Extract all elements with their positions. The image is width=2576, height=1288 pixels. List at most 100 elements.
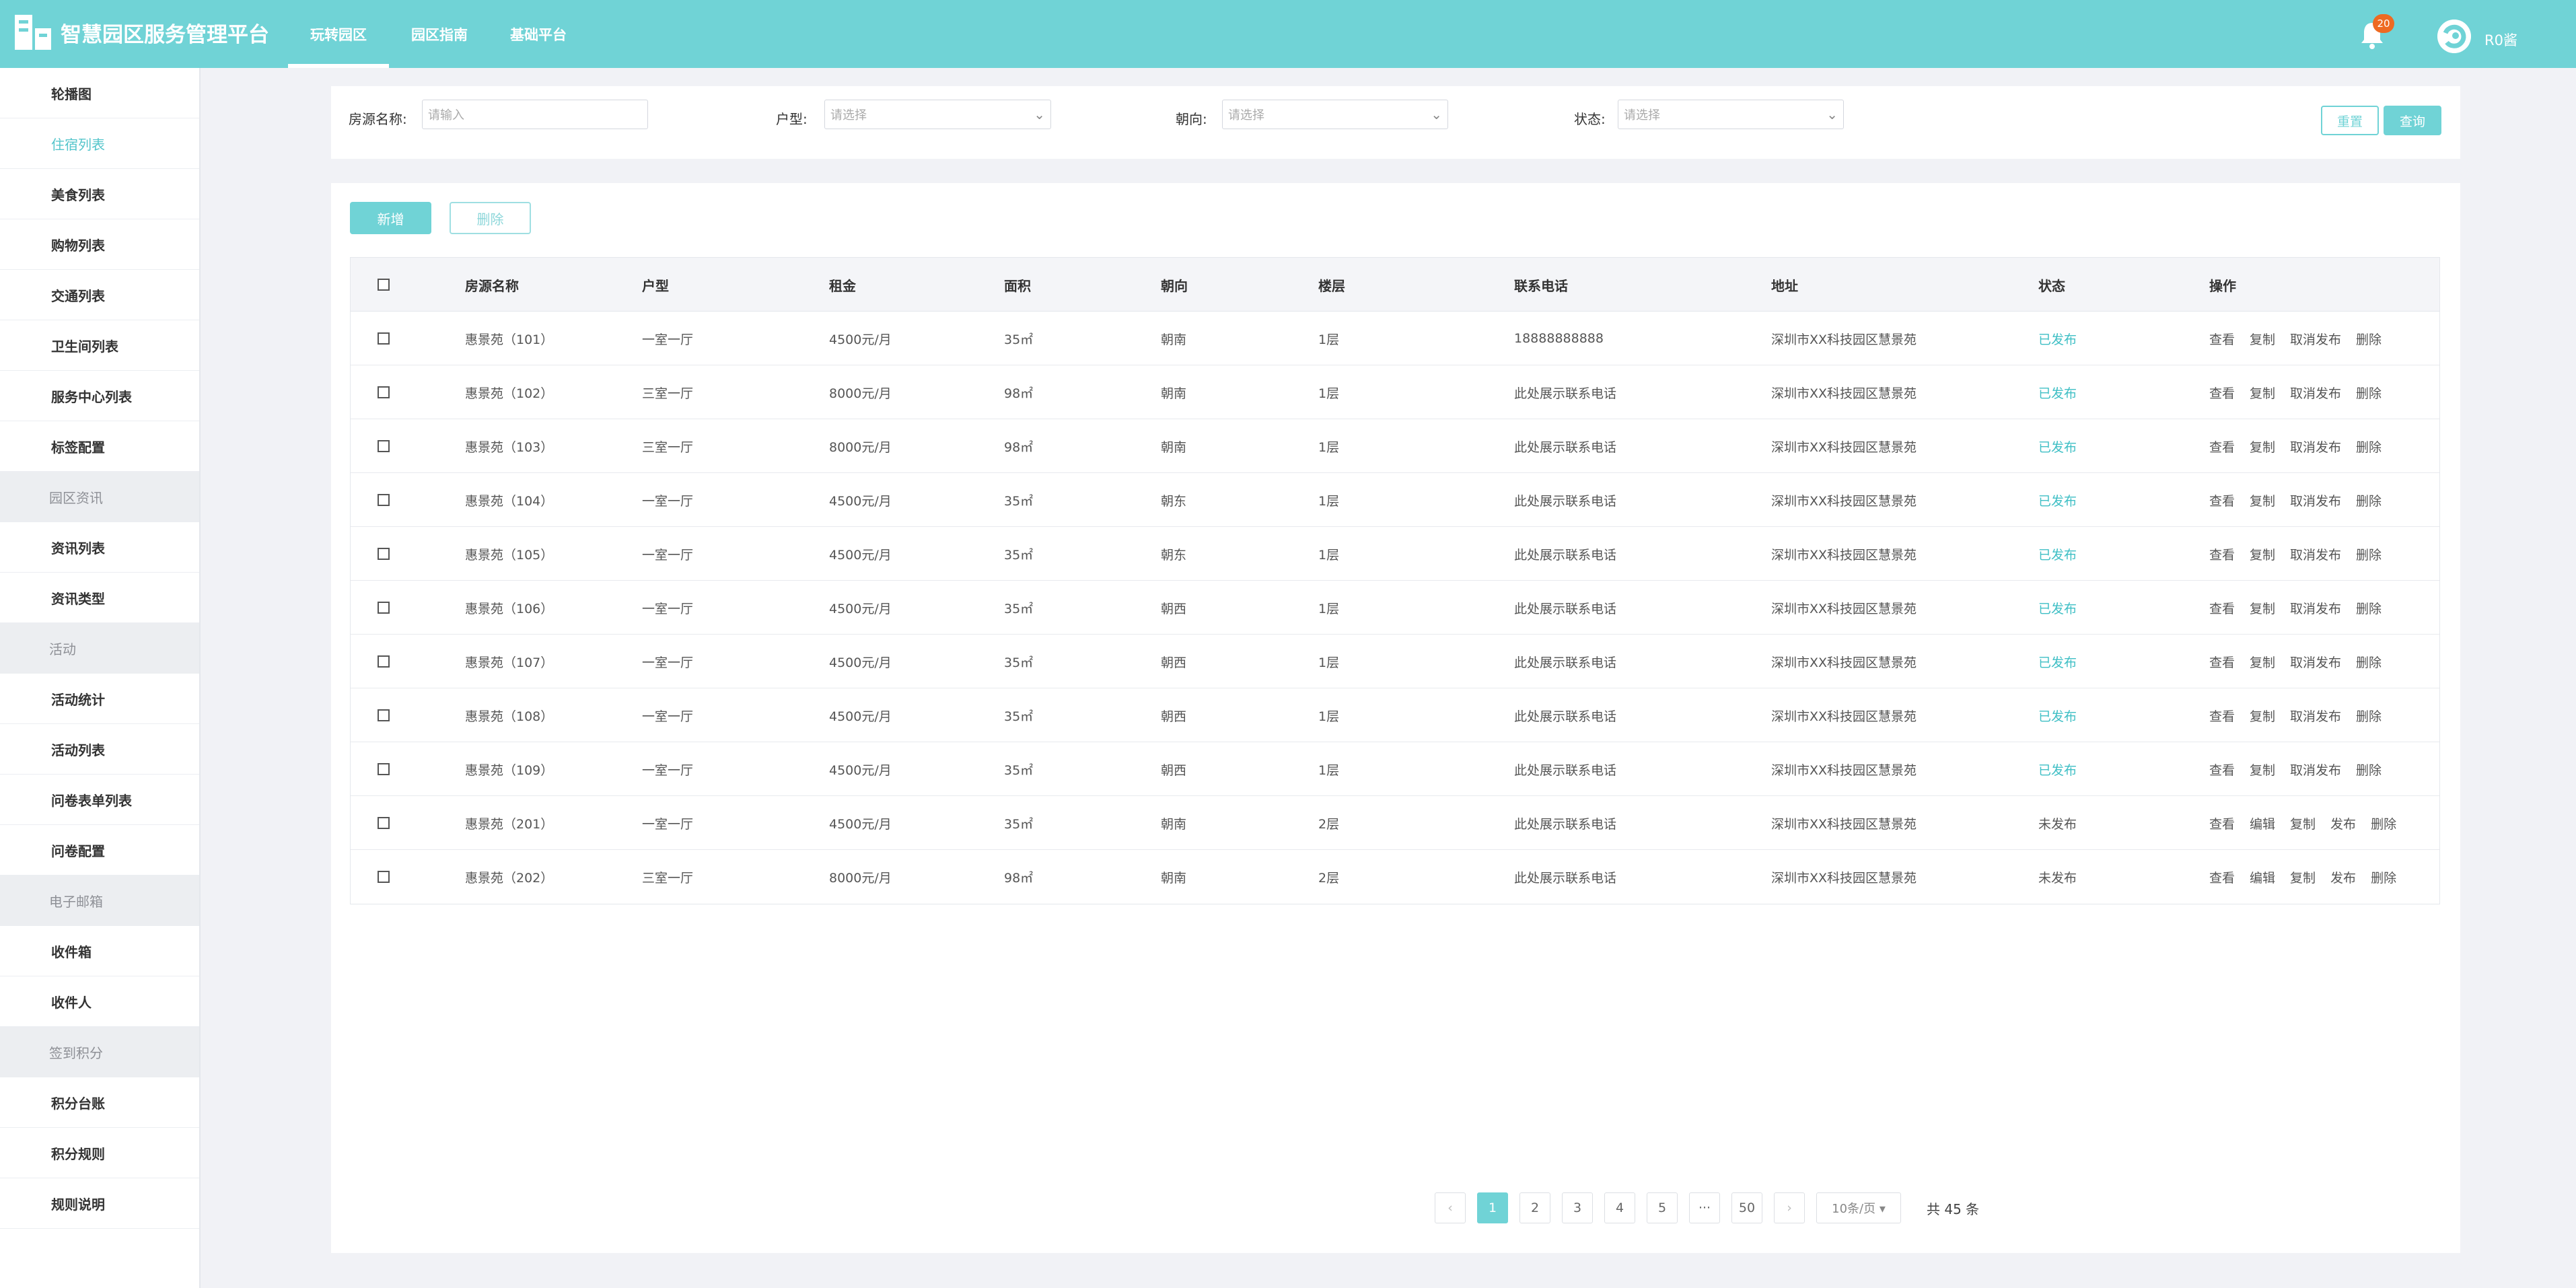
type-filter-select[interactable]: 请选择 ⌄ — [824, 100, 1051, 129]
row-checkbox[interactable] — [378, 817, 390, 829]
add-button[interactable]: 新增 — [350, 202, 431, 234]
action-link[interactable]: 取消发布 — [2290, 599, 2341, 617]
action-link[interactable]: 复制 — [2250, 599, 2275, 617]
action-link[interactable]: 发布 — [2330, 868, 2356, 886]
avatar[interactable] — [2437, 20, 2471, 53]
page-button[interactable]: 5 — [1647, 1192, 1678, 1223]
action-link[interactable]: 取消发布 — [2290, 384, 2341, 402]
action-link[interactable]: 删除 — [2356, 653, 2382, 671]
sidebar-item[interactable]: 问卷表单列表 — [0, 775, 199, 825]
bulk-delete-button[interactable]: 删除 — [450, 202, 531, 234]
action-link[interactable]: 取消发布 — [2290, 491, 2341, 509]
row-checkbox[interactable] — [378, 548, 390, 560]
action-link[interactable]: 删除 — [2356, 491, 2382, 509]
action-link[interactable]: 复制 — [2290, 868, 2316, 886]
logo[interactable]: 智慧园区服务管理平台 — [13, 13, 269, 51]
row-checkbox[interactable] — [378, 440, 390, 452]
page-button[interactable]: 2 — [1519, 1192, 1550, 1223]
username[interactable]: R0酱 — [2484, 30, 2517, 50]
row-checkbox[interactable] — [378, 494, 390, 506]
action-link[interactable]: 编辑 — [2250, 814, 2275, 832]
sidebar-item[interactable]: 卫生间列表 — [0, 320, 199, 371]
row-checkbox[interactable] — [378, 763, 390, 775]
sidebar-item[interactable]: 问卷配置 — [0, 825, 199, 875]
page-button[interactable]: 3 — [1562, 1192, 1593, 1223]
action-link[interactable]: 复制 — [2250, 545, 2275, 563]
action-link[interactable]: 删除 — [2356, 437, 2382, 456]
action-link[interactable]: 取消发布 — [2290, 760, 2341, 779]
sidebar-item[interactable]: 交通列表 — [0, 270, 199, 320]
action-link[interactable]: 查看 — [2209, 760, 2235, 779]
row-checkbox[interactable] — [378, 332, 390, 345]
row-checkbox[interactable] — [378, 602, 390, 614]
action-link[interactable]: 复制 — [2250, 760, 2275, 779]
action-link[interactable]: 查看 — [2209, 330, 2235, 348]
action-link[interactable]: 发布 — [2330, 814, 2356, 832]
action-link[interactable]: 取消发布 — [2290, 437, 2341, 456]
action-link[interactable]: 取消发布 — [2290, 330, 2341, 348]
page-size-select[interactable]: 10条/页 ▾ — [1816, 1192, 1901, 1223]
action-link[interactable]: 删除 — [2356, 384, 2382, 402]
select-all-checkbox[interactable] — [378, 279, 390, 291]
next-page-button[interactable]: › — [1774, 1192, 1805, 1223]
reset-button[interactable]: 重置 — [2321, 106, 2379, 135]
sidebar-item[interactable]: 收件箱 — [0, 926, 199, 976]
action-link[interactable]: 查看 — [2209, 599, 2235, 617]
sidebar-item[interactable]: 标签配置 — [0, 421, 199, 472]
sidebar-item[interactable]: 积分台账 — [0, 1077, 199, 1128]
tab-park-fun[interactable]: 玩转园区 — [288, 0, 389, 68]
action-link[interactable]: 删除 — [2356, 707, 2382, 725]
action-link[interactable]: 复制 — [2250, 384, 2275, 402]
action-link[interactable]: 查看 — [2209, 545, 2235, 563]
sidebar-item[interactable]: 轮播图 — [0, 68, 199, 118]
action-link[interactable]: 查看 — [2209, 707, 2235, 725]
action-link[interactable]: 删除 — [2356, 599, 2382, 617]
action-link[interactable]: 复制 — [2250, 707, 2275, 725]
action-link[interactable]: 复制 — [2250, 491, 2275, 509]
action-link[interactable]: 删除 — [2356, 330, 2382, 348]
action-link[interactable]: 查看 — [2209, 491, 2235, 509]
row-checkbox[interactable] — [378, 386, 390, 398]
sidebar-item[interactable]: 美食列表 — [0, 169, 199, 219]
action-link[interactable]: 查看 — [2209, 868, 2235, 886]
page-button[interactable]: 1 — [1477, 1192, 1508, 1223]
row-checkbox[interactable] — [378, 871, 390, 883]
action-link[interactable]: 查看 — [2209, 653, 2235, 671]
action-link[interactable]: 取消发布 — [2290, 707, 2341, 725]
sidebar-item[interactable]: 服务中心列表 — [0, 371, 199, 421]
sidebar-item[interactable]: 积分规则 — [0, 1128, 199, 1178]
tab-park-guide[interactable]: 园区指南 — [389, 0, 490, 68]
name-filter-input[interactable]: 请输入 — [422, 100, 648, 129]
ellipsis-button[interactable]: ··· — [1689, 1192, 1720, 1223]
action-link[interactable]: 删除 — [2371, 814, 2396, 832]
row-checkbox[interactable] — [378, 655, 390, 668]
action-link[interactable]: 复制 — [2250, 330, 2275, 348]
query-button[interactable]: 查询 — [2384, 106, 2441, 135]
sidebar-item[interactable]: 活动列表 — [0, 724, 199, 775]
sidebar-item[interactable]: 活动统计 — [0, 674, 199, 724]
sidebar-item[interactable]: 资讯类型 — [0, 573, 199, 623]
action-link[interactable]: 删除 — [2356, 545, 2382, 563]
orientation-filter-select[interactable]: 请选择 ⌄ — [1222, 100, 1448, 129]
prev-page-button[interactable]: ‹ — [1435, 1192, 1466, 1223]
action-link[interactable]: 取消发布 — [2290, 545, 2341, 563]
status-filter-select[interactable]: 请选择 ⌄ — [1618, 100, 1844, 129]
sidebar-item[interactable]: 购物列表 — [0, 219, 199, 270]
action-link[interactable]: 删除 — [2356, 760, 2382, 779]
action-link[interactable]: 删除 — [2371, 868, 2396, 886]
action-link[interactable]: 编辑 — [2250, 868, 2275, 886]
action-link[interactable]: 复制 — [2250, 653, 2275, 671]
action-link[interactable]: 查看 — [2209, 437, 2235, 456]
action-link[interactable]: 复制 — [2250, 437, 2275, 456]
action-link[interactable]: 复制 — [2290, 814, 2316, 832]
sidebar-item[interactable]: 规则说明 — [0, 1178, 199, 1229]
tab-base-platform[interactable]: 基础平台 — [490, 0, 587, 68]
sidebar-item[interactable]: 收件人 — [0, 976, 199, 1027]
page-button[interactable]: 50 — [1731, 1192, 1762, 1223]
action-link[interactable]: 查看 — [2209, 814, 2235, 832]
row-checkbox[interactable] — [378, 709, 390, 721]
action-link[interactable]: 取消发布 — [2290, 653, 2341, 671]
action-link[interactable]: 查看 — [2209, 384, 2235, 402]
page-button[interactable]: 4 — [1604, 1192, 1635, 1223]
sidebar-item[interactable]: 住宿列表 — [0, 118, 199, 169]
